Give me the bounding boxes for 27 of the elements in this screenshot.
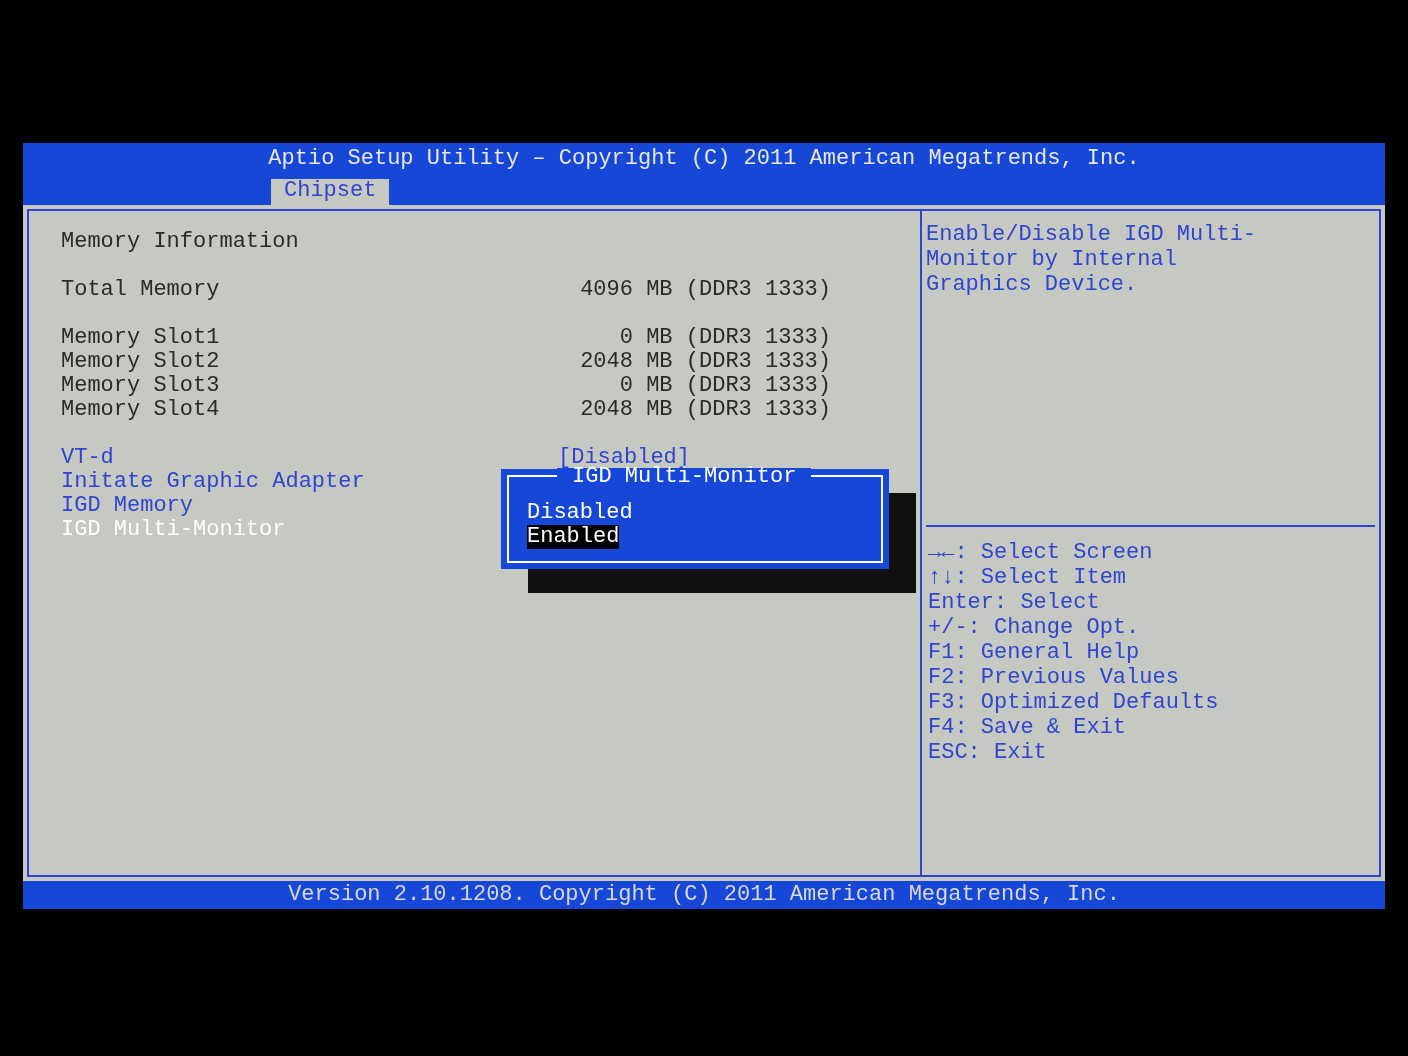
setting-label: Memory Slot4 — [61, 398, 221, 422]
popup-option[interactable]: Disabled — [527, 501, 633, 525]
key-hint: F2: Previous Values — [928, 666, 1180, 691]
setting-value: 4096 MB (DDR3 1333) — [579, 278, 831, 302]
setting-value: 2048 MB (DDR3 1333) — [579, 350, 831, 374]
key-hint: ↑↓: Select Item — [928, 566, 1128, 591]
setting-label: Memory Slot1 — [61, 326, 221, 350]
key-hint: F3: Optimized Defaults — [928, 691, 1220, 716]
key-hint: →←: Select Screen — [928, 541, 1154, 566]
setting-option[interactable]: VT-d — [61, 446, 558, 470]
setting-label: Total Memory — [61, 278, 221, 302]
key-hint: ESC: Exit — [928, 741, 1048, 766]
key-hint: F1: General Help — [928, 641, 1141, 666]
setting-value: 0 MB (DDR3 1333) — [618, 326, 831, 350]
key-hint: +/-: Change Opt. — [928, 616, 1141, 641]
popup-option[interactable]: Enabled — [527, 525, 620, 549]
setting-label: Memory Slot3 — [61, 374, 221, 398]
footer-text: Version 2.10.1208. Copyright (C) 2011 American Megatrends, Inc. — [288, 882, 1120, 907]
section-heading: Memory Information — [61, 229, 299, 254]
setting-label: Memory Slot2 — [61, 350, 221, 374]
help-description: Enable/Disable IGD Multi-Monitor by Internal Graphics Device. — [926, 222, 1258, 297]
tab[interactable]: Chipset — [271, 179, 390, 205]
key-hint: F4: Save & Exit — [928, 716, 1128, 741]
setting-value: 0 MB (DDR3 1333) — [618, 374, 831, 398]
setting-value: 2048 MB (DDR3 1333) — [579, 398, 831, 422]
key-hint: Enter: Select — [928, 591, 1101, 616]
window-title: Aptio Setup Utility – Copyright (C) 2011 American Megatrends, Inc. — [268, 146, 1140, 171]
